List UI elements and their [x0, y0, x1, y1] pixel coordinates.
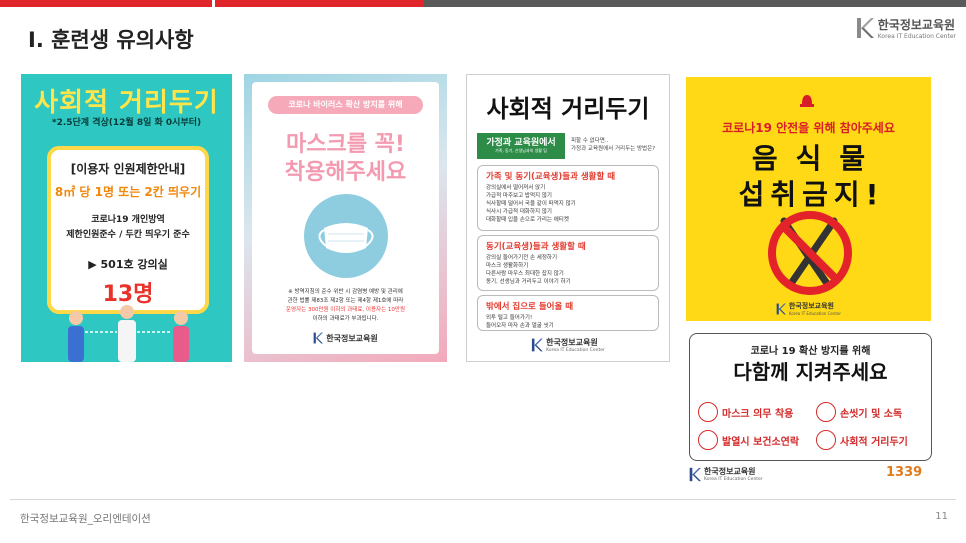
rule-item: 사회적 거리두기: [816, 430, 908, 450]
classroom-label: ▶ 501호 강의실: [88, 258, 168, 271]
mask-poster: 코로나 바이러스 확산 방지를 위해 마스크를 꼭! 착용해주세요 ※ 방역지침…: [244, 74, 447, 362]
prevention-rules-poster: 코로나 19 확산 방지를 위해 다함께 지켜주세요 마스크 의무 착용 손씻기…: [689, 333, 932, 461]
rule-item: 발열시 보건소연락: [698, 430, 799, 450]
distance-icon: [816, 430, 836, 450]
mask-icon: [698, 402, 718, 422]
notice-text: 제한인원준수 / 두칸 띄우기 준수: [66, 230, 190, 240]
rule-item: 마스크 의무 착용: [698, 402, 793, 422]
hotline-logo: 1339: [886, 465, 923, 480]
page-title: Ⅰ. 훈련생 유의사항: [28, 28, 194, 52]
top-color-bar: [0, 0, 966, 7]
no-food-icon: [768, 211, 852, 295]
guide-box: 밖에서 집으로 들어올 때 외투 털고 들어가기! 들어오자 마자 손과 얼굴 …: [477, 295, 659, 331]
siren-icon: [800, 95, 814, 107]
poster-banner: 코로나 바이러스 확산 방지를 위해: [268, 96, 423, 114]
poster-headline: 다함께 지켜주세요: [733, 360, 888, 384]
kitec-logo-icon: [689, 467, 701, 481]
logo-text-en: Korea IT Education Center: [877, 33, 956, 40]
page-number: 11: [935, 511, 948, 522]
logo-text-kr: 한국정보교육원: [877, 18, 956, 32]
people-illustration-icon: [68, 305, 189, 362]
header-logo: 한국정보교육원 Korea IT Education Center: [856, 16, 956, 40]
notice-rule: 8㎡ 당 1명 또는 2칸 띄우기: [54, 185, 202, 199]
rule-item: 손씻기 및 소독: [816, 402, 902, 422]
guide-box: 동기(교육생)들과 생활할 때 강의실 들어가기전 손 세정하기 마스크 생활화…: [477, 235, 659, 291]
org-logo: 한국정보교육원: [252, 332, 439, 344]
footer-divider: [10, 499, 956, 500]
sanitizer-icon: [816, 402, 836, 422]
distancing-guide-poster: 사회적 거리두기 가정과 교육원에서 가족, 동기, 선생님과의 생활 팁 피할…: [466, 74, 670, 362]
kitec-logo-icon: [313, 332, 324, 344]
poster-title: 사회적 거리두기: [34, 88, 219, 118]
penalty-notice: ※ 방역지침의 준수 위반 시 감염병 예방 및 관리에 관한 법률 제83조 …: [285, 289, 406, 322]
thermometer-icon: [698, 430, 718, 450]
social-distancing-poster: 사회적 거리두기 *2.5단계 격상(12월 8일 화 0시부터) [이용자 인…: [21, 74, 232, 362]
kitec-logo-icon: [532, 338, 543, 352]
org-logo: 한국정보교육원 Korea IT Education Center: [467, 337, 669, 353]
poster-headline: 음식물: [751, 142, 884, 175]
notice-heading: [이용자 인원제한안내]: [70, 162, 186, 176]
green-label: 가정과 교육원에서 가족, 동기, 선생님과의 생활 팁: [477, 133, 565, 159]
side-note: 피할 수 없다면.. 가정과 교육원에서 거리두는 방법은?: [571, 138, 656, 152]
kitec-logo-icon: [856, 18, 874, 38]
org-logo: 한국정보교육원 Korea IT Education Center: [689, 466, 763, 482]
poster-heading: 코로나19 안전을 위해 참아주세요: [722, 121, 895, 135]
no-food-poster: 코로나19 안전을 위해 참아주세요 음식물 섭취금지! 한국정보교육원 Kor…: [686, 77, 931, 321]
poster-subtitle: *2.5단계 격상(12월 8일 화 0시부터): [51, 118, 202, 128]
guide-box: 가족 및 동기(교육생)들과 생활할 때 강의실에서 떨어져서 앉기 가급적 마…: [477, 165, 659, 231]
footer-text: 한국정보교육원_오리엔테이션: [20, 513, 151, 525]
poster-headline: 착용해주세요: [284, 160, 407, 185]
kitec-logo-icon: [776, 303, 786, 314]
notice-card: [이용자 인원제한안내] 8㎡ 당 1명 또는 2칸 띄우기 코로나19 개인방…: [47, 146, 209, 314]
face-mask-icon: [304, 194, 388, 278]
org-logo: 한국정보교육원 Korea IT Education Center: [686, 301, 931, 316]
poster-heading: 코로나 19 확산 방지를 위해: [750, 346, 871, 357]
poster-title: 사회적 거리두기: [486, 95, 650, 123]
notice-text: 코로나19 개인방역: [91, 215, 165, 225]
